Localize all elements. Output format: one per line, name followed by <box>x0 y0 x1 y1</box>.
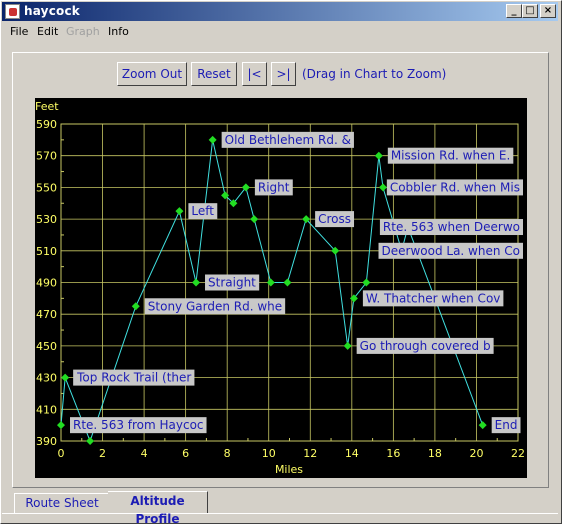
altitude-chart[interactable]: Feet Miles 390 410 430 450 470 490 510 530 550 57… <box>35 98 527 478</box>
x-tick-label: 12 <box>303 447 317 460</box>
waypoint-label: Mission Rd. when E. <box>387 147 514 164</box>
tab-divider <box>2 513 558 514</box>
waypoint-marker <box>208 135 217 144</box>
waypoint-marker <box>57 421 65 430</box>
waypoint-label: Stony Garden Rd. whe <box>144 298 286 315</box>
waypoint-label-text: W. Thatcher when Cov <box>366 291 501 305</box>
x-tick-label: 4 <box>141 447 148 460</box>
menu-edit[interactable]: Edit <box>37 25 58 38</box>
waypoint-label-text: Straight <box>208 276 256 290</box>
y-tick-label: 470 <box>36 308 57 321</box>
y-tick-label: 410 <box>36 403 57 416</box>
altitude-chart-svg[interactable]: Feet Miles 39041043045047049051053055057… <box>35 98 527 478</box>
x-tick-label: 10 <box>262 447 276 460</box>
waypoint-label: Deerwood La. when Co <box>378 242 523 259</box>
y-tick-label: 490 <box>36 277 57 290</box>
chart-tick-labels: 390 410 430 450 470 490 510 530 550 570 590 0 2 4 6 8 10… <box>36 118 525 460</box>
menu-graph[interactable]: Graph <box>66 25 100 38</box>
minimize-button[interactable]: _ <box>506 4 522 18</box>
x-tick-label: 0 <box>58 447 65 460</box>
maximize-button[interactable]: □ <box>522 4 538 18</box>
y-tick-label: 530 <box>36 213 57 226</box>
x-tick-label: 2 <box>99 447 106 460</box>
x-tick-label: 8 <box>224 447 231 460</box>
waypoint-marker <box>250 215 259 224</box>
waypoint-label: Top Rock Trail (ther <box>73 369 195 386</box>
waypoint-label-text: Cross <box>318 212 351 226</box>
waypoint-label-text: Rte. 563 from Haycoc <box>73 418 204 432</box>
waypoint-label: Right <box>254 179 293 196</box>
last-button[interactable]: >| <box>271 62 296 86</box>
y-axis-label: Feet <box>35 100 59 113</box>
close-button[interactable]: × <box>540 4 556 18</box>
y-tick-label: 510 <box>36 245 57 258</box>
waypoint-marker <box>343 341 352 350</box>
waypoint-label-text: Stony Garden Rd. whe <box>148 299 282 313</box>
waypoint-label: Go through covered b <box>356 337 494 354</box>
title-bar[interactable]: haycock _ □ × <box>2 2 558 21</box>
waypoint-label-text: Top Rock Trail (ther <box>76 371 191 385</box>
window-title: haycock <box>24 4 80 18</box>
x-tick-label: 22 <box>511 447 525 460</box>
menu-bar: File Edit Graph Info <box>2 22 558 41</box>
menu-file[interactable]: File <box>10 25 28 38</box>
first-button[interactable]: |< <box>242 62 267 86</box>
zoom-hint: (Drag in Chart to Zoom) <box>302 67 447 81</box>
waypoint-marker <box>131 302 140 311</box>
waypoint-label-text: Left <box>191 204 214 218</box>
waypoint-label: Cross <box>315 211 355 228</box>
waypoint-label: Cobbler Rd. when Mis <box>386 179 523 196</box>
zoom-out-button[interactable]: Zoom Out <box>117 62 187 86</box>
x-tick-label: 20 <box>469 447 483 460</box>
x-tick-label: 6 <box>182 447 189 460</box>
waypoint-marker <box>266 278 275 287</box>
waypoint-marker <box>61 373 70 382</box>
x-axis-label: Miles <box>275 463 303 476</box>
y-tick-label: 590 <box>36 118 57 131</box>
waypoint-label-text: Go through covered b <box>360 339 491 353</box>
waypoint-marker <box>283 278 292 287</box>
waypoint-marker <box>378 183 387 192</box>
waypoint-label: Old Bethlehem Rd. & <box>221 131 354 148</box>
waypoint-marker <box>192 278 201 287</box>
waypoint-marker <box>478 421 487 430</box>
x-tick-label: 18 <box>428 447 442 460</box>
waypoint-label-text: Deerwood La. when Co <box>382 244 520 258</box>
waypoint-label-text: End <box>495 418 518 432</box>
waypoint-label: Rte. 563 from Haycoc <box>70 417 207 434</box>
y-tick-label: 390 <box>36 435 57 448</box>
waypoint-label-text: Old Bethlehem Rd. & <box>225 133 351 147</box>
waypoint-marker <box>86 437 95 445</box>
waypoint-label-text: Right <box>258 180 290 194</box>
tab-route-sheet[interactable]: Route Sheet <box>14 493 110 513</box>
waypoint-marker <box>374 151 383 160</box>
x-tick-label: 14 <box>345 447 359 460</box>
waypoint-label-text: Cobbler Rd. when Mis <box>390 180 520 194</box>
reset-button[interactable]: Reset <box>191 62 237 86</box>
app-icon <box>5 4 20 19</box>
waypoint-label: W. Thatcher when Cov <box>362 290 504 307</box>
waypoint-label-text: Mission Rd. when E. <box>391 149 511 163</box>
waypoint-label-text: Rte. 563 when Deerwo <box>383 220 520 234</box>
tab-altitude-profile[interactable]: Altitude Profile <box>108 491 208 524</box>
waypoint-label: Rte. 563 when Deerwo <box>379 219 523 236</box>
waypoint-label: Straight <box>205 274 260 291</box>
x-tick-label: 16 <box>386 447 400 460</box>
y-tick-label: 550 <box>36 181 57 194</box>
waypoint-label: Left <box>188 203 218 220</box>
menu-info[interactable]: Info <box>108 25 129 38</box>
y-tick-label: 570 <box>36 150 57 163</box>
y-tick-label: 430 <box>36 372 57 385</box>
y-tick-label: 450 <box>36 340 57 353</box>
waypoint-label: End <box>491 417 521 434</box>
waypoint-marker <box>175 207 184 216</box>
